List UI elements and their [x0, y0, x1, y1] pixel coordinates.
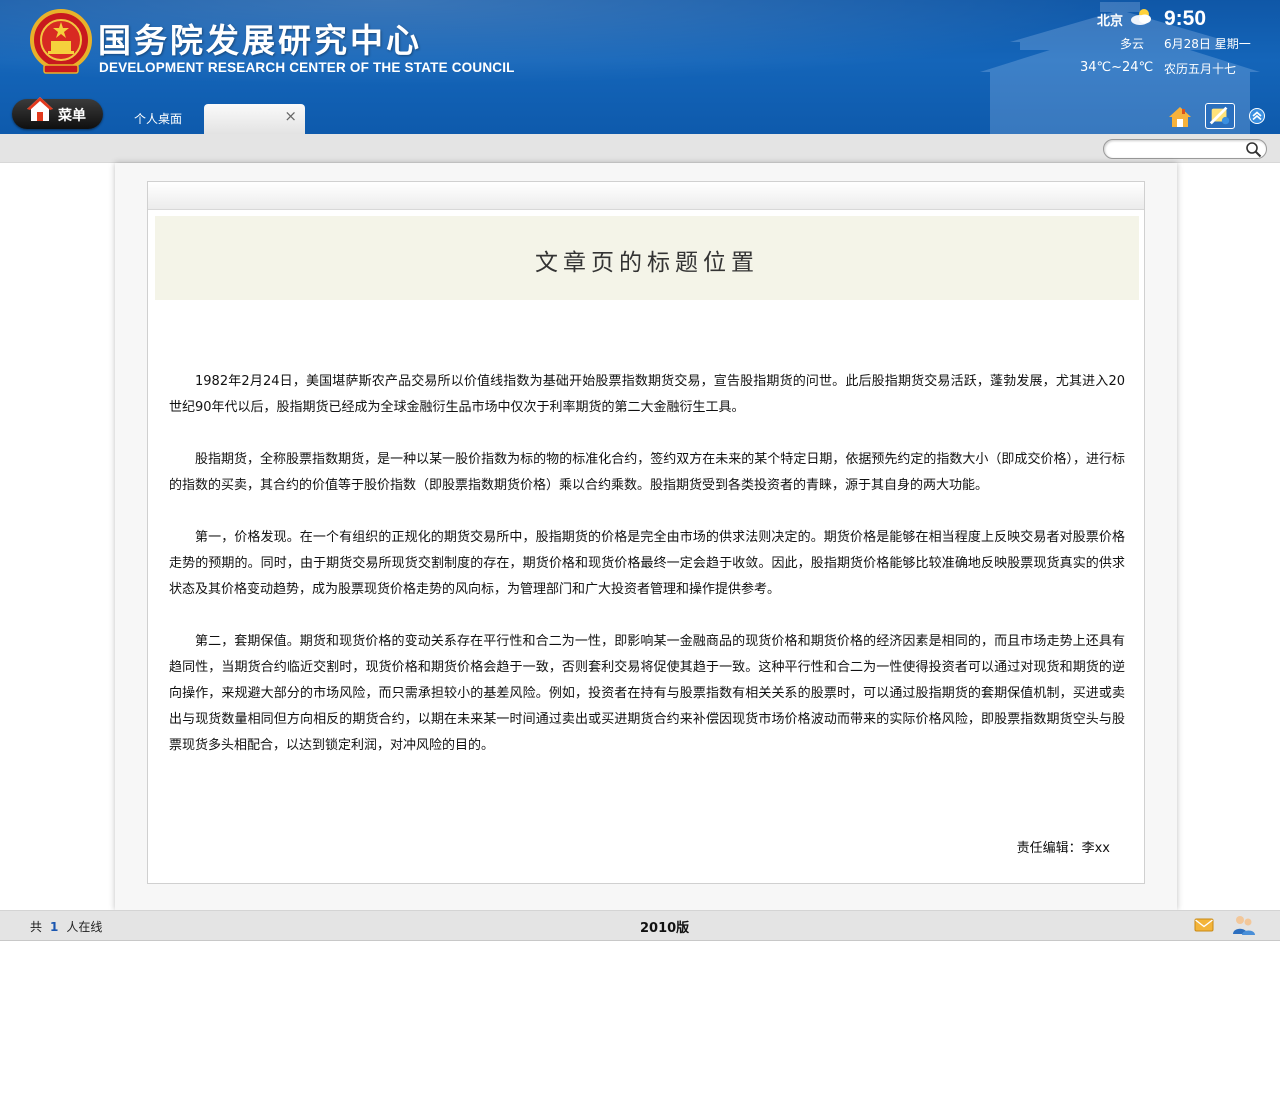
tab-current[interactable]: × [204, 104, 305, 134]
home-icon[interactable] [1168, 105, 1192, 129]
article-title-box: 文章页的标题位置 [155, 216, 1139, 300]
article-paragraph: 第二，套期保值。期货和现货价格的变动关系存在平行性和合二为一性，即影响某一金融商… [169, 634, 1125, 753]
skin-icon [1209, 106, 1230, 125]
lunar-date: 农历五月十七 [1164, 62, 1237, 76]
collapse-up-icon[interactable] [1249, 108, 1265, 124]
national-emblem-icon [30, 9, 92, 74]
search-box[interactable] [1103, 139, 1267, 159]
article-paragraph: 第一，价格发现。在一个有组织的正规化的期货交易所中，股指期货的价格是完全由市场的… [169, 530, 1125, 597]
current-date: 6月28日 星期一 [1164, 37, 1251, 51]
mail-icon[interactable] [1194, 917, 1214, 933]
header-banner: 国务院发展研究中心 DEVELOPMENT RESEARCH CENTER OF… [0, 0, 1280, 134]
article-body: 1982年2月24日，美国堪萨斯农产品交易所以价值线指数为基础开始股票指数期货交… [169, 369, 1125, 785]
menu-label: 菜单 [58, 108, 86, 124]
online-number: 1 [50, 920, 59, 934]
clock-time: 9:50 [1164, 7, 1207, 30]
online-users-count: 共 1 人在线 [30, 918, 102, 935]
site-title-en: DEVELOPMENT RESEARCH CENTER OF THE STATE… [99, 60, 515, 75]
article-editor: 责任编辑：李xx [1016, 841, 1110, 856]
online-suffix: 人在线 [66, 920, 103, 934]
partly-cloudy-icon [1131, 9, 1151, 25]
online-users-icon[interactable] [1232, 914, 1256, 936]
weather-city: 北京 [1097, 14, 1124, 29]
weather-widget: 北京 9:50 多云 6月28日 星期一 34℃~24℃ 农历五月十七 [1080, 6, 1270, 84]
online-prefix: 共 [30, 920, 43, 934]
toolbar [0, 134, 1280, 163]
article-top-bar [148, 182, 1144, 210]
version-label: 2010版 [640, 921, 690, 936]
article-paragraph: 1982年2月24日，美国堪萨斯农产品交易所以价值线指数为基础开始股票指数期货交… [169, 374, 1125, 415]
search-input[interactable] [1114, 142, 1244, 156]
site-title-cn: 国务院发展研究中心 [98, 21, 422, 60]
tab-personal-desktop[interactable]: 个人桌面 [134, 110, 182, 127]
close-icon[interactable]: × [284, 107, 297, 125]
menu-button[interactable]: 菜单 [12, 97, 103, 129]
skin-button[interactable] [1205, 103, 1235, 129]
article-panel: 文章页的标题位置 1982年2月24日，美国堪萨斯农产品交易所以价值线指数为基础… [147, 181, 1145, 884]
weather-condition: 多云 [1120, 37, 1145, 51]
article-title: 文章页的标题位置 [535, 250, 759, 276]
article-paragraph: 股指期货，全称股票指数期货，是一种以某一股价指数为标的物的标准化合约，签约双方在… [169, 452, 1125, 493]
temperature-range: 34℃~24℃ [1080, 60, 1154, 75]
home-icon [27, 97, 53, 121]
status-bar: 共 1 人在线 2010版 [0, 910, 1280, 941]
search-icon[interactable] [1245, 141, 1262, 158]
